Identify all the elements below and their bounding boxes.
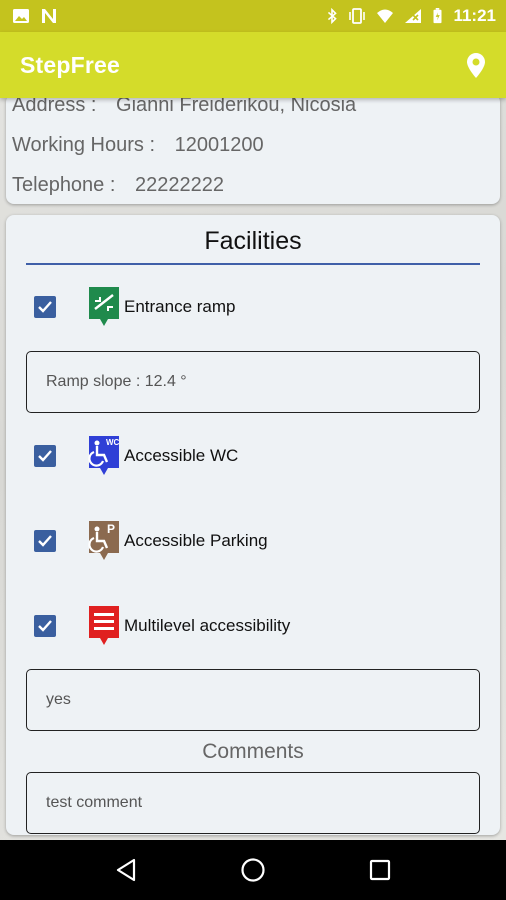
- app-title: StepFree: [20, 51, 121, 78]
- multilevel-accessibility-label: Multilevel accessibility: [124, 616, 291, 635]
- accessible-wc-checkbox[interactable]: [34, 445, 56, 467]
- telephone-value: 22222222: [134, 174, 224, 196]
- vibrate-icon: [349, 8, 366, 24]
- bluetooth-icon: [328, 8, 338, 24]
- multilevel-value-field[interactable]: yes: [26, 669, 480, 731]
- status-bar: 11:21: [0, 0, 506, 32]
- signal-icon: [405, 9, 422, 23]
- facility-entrance-ramp: Entrance ramp: [6, 285, 500, 329]
- place-info-card: Address : Gianni Freiderikou, Nicosia Wo…: [6, 94, 500, 204]
- ramp-icon: [89, 287, 119, 326]
- working-hours-row: Working Hours : 12001200: [12, 134, 264, 157]
- entrance-ramp-checkbox[interactable]: [34, 296, 56, 318]
- check-icon: [38, 620, 52, 632]
- facilities-card: Facilities Entrance ramp Ramp slope : 12…: [6, 215, 500, 835]
- facilities-divider: [26, 263, 480, 265]
- n-notification-icon: [42, 9, 56, 23]
- location-pin-icon: [467, 52, 485, 78]
- back-button[interactable]: [111, 855, 141, 885]
- location-button[interactable]: [464, 50, 488, 80]
- app-bar: StepFree: [0, 32, 506, 98]
- image-icon: [13, 9, 29, 23]
- check-icon: [38, 301, 52, 313]
- working-hours-label: Working Hours :: [12, 134, 156, 156]
- accessible-parking-label: Accessible Parking: [124, 531, 268, 550]
- entrance-ramp-label: Entrance ramp: [124, 297, 236, 316]
- multilevel-accessibility-checkbox[interactable]: [34, 615, 56, 637]
- telephone-label: Telephone :: [12, 174, 116, 196]
- check-icon: [38, 535, 52, 547]
- facilities-title: Facilities: [204, 227, 302, 255]
- ramp-slope-field[interactable]: Ramp slope : 12.4 °: [26, 351, 480, 413]
- wheelchair-parking-icon: P: [88, 521, 119, 560]
- facility-multilevel-accessibility: Multilevel accessibility: [6, 604, 500, 648]
- back-icon: [116, 858, 135, 882]
- recents-icon: [370, 859, 391, 881]
- accessible-parking-checkbox[interactable]: [34, 530, 56, 552]
- svg-text:P: P: [107, 522, 115, 536]
- elevator-icon: [89, 606, 119, 645]
- facility-accessible-wc: WC Accessible WC: [6, 434, 500, 478]
- home-button[interactable]: [238, 855, 268, 885]
- facility-accessible-parking: P Accessible Parking: [6, 519, 500, 563]
- wifi-icon: [377, 9, 394, 23]
- comment-field[interactable]: test comment: [26, 772, 480, 834]
- svg-text:WC: WC: [106, 438, 120, 447]
- check-icon: [38, 450, 52, 462]
- navigation-bar: [0, 840, 506, 900]
- comments-label: Comments: [202, 740, 304, 763]
- battery-icon: [433, 8, 442, 24]
- home-icon: [241, 858, 265, 882]
- wheelchair-wc-icon: WC: [88, 436, 120, 475]
- telephone-row: Telephone : 22222222: [12, 174, 224, 197]
- working-hours-value: 12001200: [174, 134, 264, 156]
- clock: 11:21: [453, 6, 496, 25]
- recents-button[interactable]: [365, 855, 395, 885]
- accessible-wc-label: Accessible WC: [124, 446, 239, 465]
